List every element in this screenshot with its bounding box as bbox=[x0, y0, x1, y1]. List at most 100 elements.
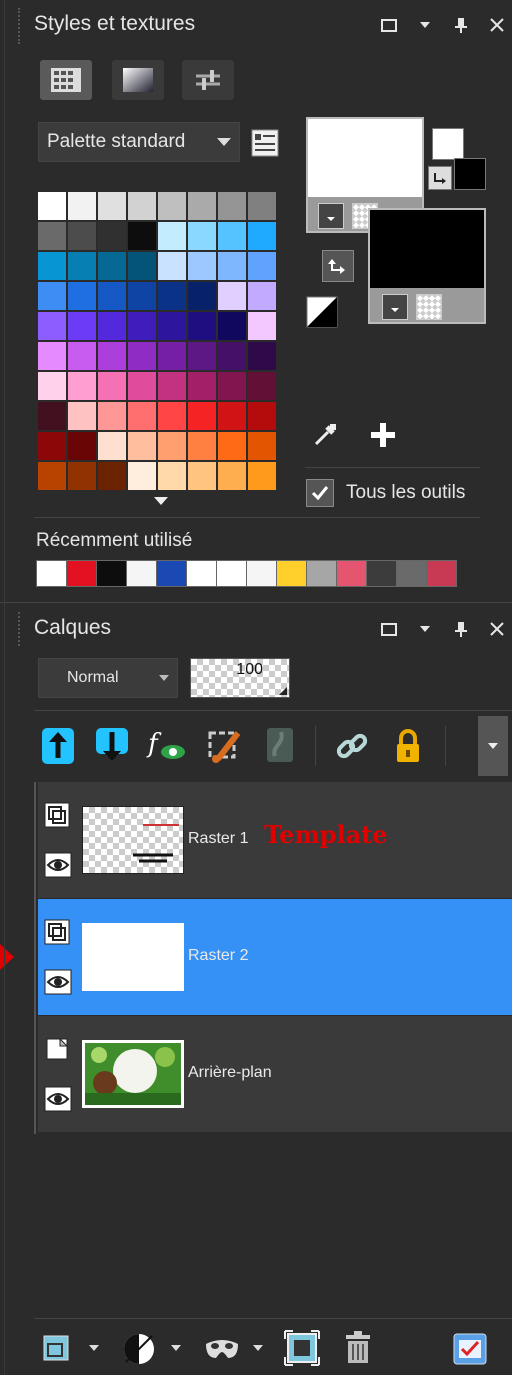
recent-color-swatch[interactable] bbox=[396, 560, 427, 587]
palette-swatch[interactable] bbox=[128, 192, 156, 220]
palette-swatch[interactable] bbox=[38, 342, 66, 370]
adjustment-layer-icon[interactable] bbox=[120, 1330, 158, 1368]
toolbar-more-button[interactable] bbox=[478, 716, 508, 776]
palette-swatch[interactable] bbox=[218, 402, 246, 430]
recent-color-swatch[interactable] bbox=[186, 560, 217, 587]
palette-swatch[interactable] bbox=[38, 192, 66, 220]
palette-swatch[interactable] bbox=[128, 432, 156, 460]
mask-dropdown-icon[interactable] bbox=[250, 1340, 266, 1356]
recent-color-swatch[interactable] bbox=[96, 560, 127, 587]
fg-style-button[interactable] bbox=[318, 203, 344, 229]
layer-group-icon[interactable] bbox=[44, 919, 70, 950]
layer-palette-menu-icon[interactable] bbox=[450, 1328, 490, 1368]
palette-swatch[interactable] bbox=[68, 372, 96, 400]
palette-swatch[interactable] bbox=[188, 342, 216, 370]
palette-swatch[interactable] bbox=[128, 252, 156, 280]
palette-swatch[interactable] bbox=[98, 192, 126, 220]
palette-swatch[interactable] bbox=[128, 462, 156, 490]
palette-swatch[interactable] bbox=[38, 462, 66, 490]
close-icon[interactable] bbox=[486, 618, 508, 640]
palette-swatch[interactable] bbox=[248, 342, 276, 370]
palette-swatch[interactable] bbox=[38, 432, 66, 460]
blend-mode-select[interactable]: Normal bbox=[38, 658, 178, 698]
tab-gradients[interactable] bbox=[112, 60, 164, 100]
add-swatch-icon[interactable] bbox=[368, 420, 398, 455]
layer-fx-icon[interactable]: f bbox=[146, 724, 188, 766]
palette-swatch[interactable] bbox=[158, 192, 186, 220]
dropdown-arrow-icon[interactable] bbox=[414, 618, 436, 640]
palette-swatch[interactable] bbox=[248, 282, 276, 310]
palette-swatch[interactable] bbox=[218, 222, 246, 250]
palette-swatch[interactable] bbox=[188, 462, 216, 490]
palette-scroll-down-icon[interactable] bbox=[154, 492, 168, 510]
palette-swatch[interactable] bbox=[98, 342, 126, 370]
maximize-icon[interactable] bbox=[378, 618, 400, 640]
visibility-eye-icon[interactable] bbox=[44, 1086, 72, 1117]
palette-swatch[interactable] bbox=[38, 252, 66, 280]
move-layer-up-icon[interactable] bbox=[40, 726, 76, 766]
palette-swatch[interactable] bbox=[68, 192, 96, 220]
recent-color-swatch[interactable] bbox=[276, 560, 307, 587]
palette-swatch[interactable] bbox=[218, 282, 246, 310]
palette-swatch[interactable] bbox=[98, 372, 126, 400]
palette-swatch[interactable] bbox=[158, 252, 186, 280]
bg-texture-button[interactable] bbox=[416, 294, 442, 320]
layer-group-icon[interactable] bbox=[44, 802, 70, 833]
recent-color-swatch[interactable] bbox=[156, 560, 187, 587]
palette-swatch[interactable] bbox=[68, 222, 96, 250]
palette-swatch[interactable] bbox=[158, 462, 186, 490]
palette-swatch[interactable] bbox=[188, 402, 216, 430]
palette-swatch[interactable] bbox=[68, 462, 96, 490]
recent-color-swatch[interactable] bbox=[306, 560, 337, 587]
bg-style-button[interactable] bbox=[382, 294, 408, 320]
palette-swatch[interactable] bbox=[248, 252, 276, 280]
palette-swatch[interactable] bbox=[248, 462, 276, 490]
palette-swatch[interactable] bbox=[218, 342, 246, 370]
palette-swatch[interactable] bbox=[188, 222, 216, 250]
recent-color-swatch[interactable] bbox=[66, 560, 97, 587]
palette-swatch[interactable] bbox=[158, 402, 186, 430]
palette-swatch[interactable] bbox=[98, 402, 126, 430]
visibility-eye-icon[interactable] bbox=[44, 852, 72, 883]
palette-swatch[interactable] bbox=[38, 402, 66, 430]
palette-swatch[interactable] bbox=[128, 282, 156, 310]
recent-color-swatch[interactable] bbox=[36, 560, 67, 587]
palette-swatch[interactable] bbox=[128, 342, 156, 370]
palette-swatch[interactable] bbox=[188, 432, 216, 460]
palette-swatch[interactable] bbox=[248, 312, 276, 340]
palette-swatch[interactable] bbox=[188, 282, 216, 310]
palette-swatch[interactable] bbox=[128, 222, 156, 250]
palette-swatch[interactable] bbox=[188, 252, 216, 280]
palette-swatch[interactable] bbox=[128, 402, 156, 430]
palette-swatch[interactable] bbox=[248, 432, 276, 460]
merge-layers-icon[interactable] bbox=[282, 1328, 322, 1368]
layer-properties-icon[interactable] bbox=[204, 724, 244, 766]
color-palette-grid[interactable] bbox=[38, 192, 278, 490]
new-layer-dropdown-icon[interactable] bbox=[86, 1340, 102, 1356]
palette-swatch[interactable] bbox=[68, 252, 96, 280]
pin-icon[interactable] bbox=[450, 618, 472, 640]
recent-colors-row[interactable] bbox=[36, 560, 464, 588]
palette-swatch[interactable] bbox=[188, 372, 216, 400]
palette-swatch[interactable] bbox=[188, 192, 216, 220]
palette-swatch[interactable] bbox=[188, 312, 216, 340]
palette-swatch[interactable] bbox=[248, 402, 276, 430]
palette-swatch[interactable] bbox=[248, 372, 276, 400]
layer-mask-icon[interactable] bbox=[262, 724, 298, 766]
pin-icon[interactable] bbox=[450, 14, 472, 36]
palette-swatch[interactable] bbox=[218, 252, 246, 280]
new-raster-layer-icon[interactable] bbox=[40, 1330, 76, 1366]
palette-swatch[interactable] bbox=[128, 312, 156, 340]
swap-small-icon[interactable] bbox=[428, 166, 452, 190]
palette-swatch[interactable] bbox=[158, 372, 186, 400]
background-swatch[interactable] bbox=[368, 208, 486, 324]
palette-swatch[interactable] bbox=[38, 282, 66, 310]
palette-swatch[interactable] bbox=[98, 252, 126, 280]
palette-swatch[interactable] bbox=[218, 312, 246, 340]
palette-select[interactable]: Palette standard bbox=[38, 122, 240, 162]
raster-layer-icon[interactable] bbox=[44, 1036, 70, 1067]
palette-swatch[interactable] bbox=[248, 222, 276, 250]
reset-colors-icon[interactable] bbox=[306, 296, 338, 328]
palette-swatch[interactable] bbox=[98, 222, 126, 250]
palette-swatch[interactable] bbox=[68, 402, 96, 430]
